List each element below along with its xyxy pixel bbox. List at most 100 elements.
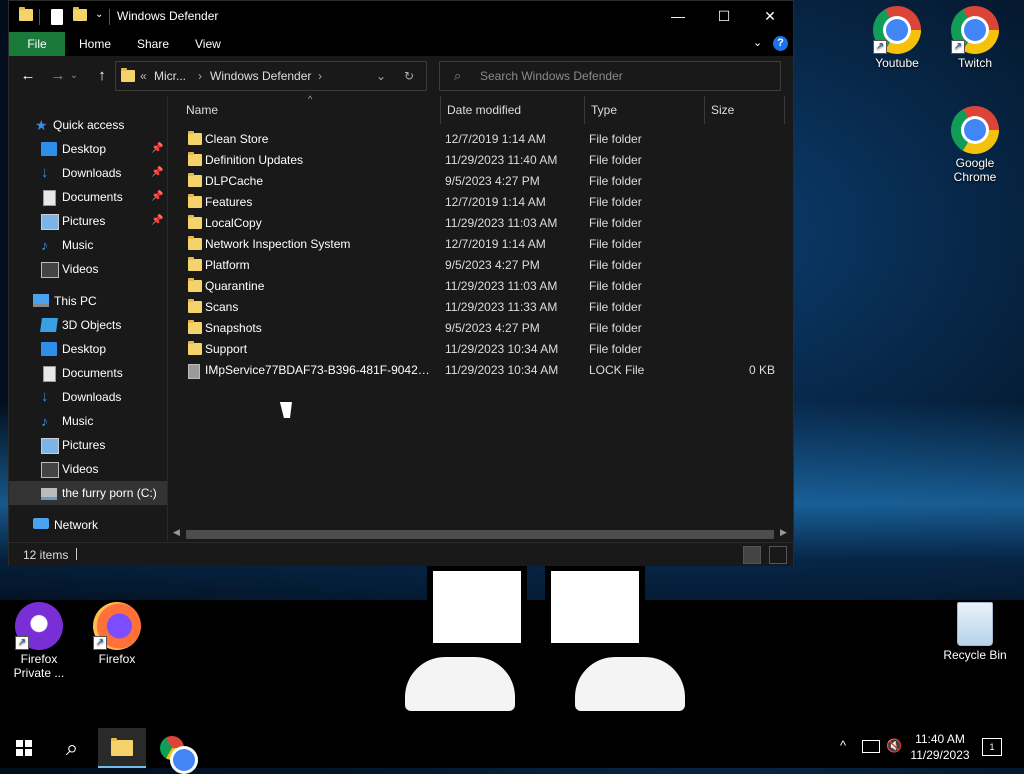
table-row[interactable]: Network Inspection System 12/7/2019 1:14…: [178, 234, 778, 255]
breadcrumb-separator: ›: [318, 69, 322, 83]
sidebar-item-pictures[interactable]: Pictures 📌: [9, 209, 167, 233]
table-row[interactable]: Features 12/7/2019 1:14 AM File folder: [178, 192, 778, 213]
sidebar-item-music[interactable]: ♪ Music: [9, 233, 167, 257]
path-overflow[interactable]: «: [140, 69, 147, 83]
table-row[interactable]: IMpService77BDAF73-B396-481F-9042-A... 1…: [178, 360, 778, 381]
file-date: 11/29/2023 10:34 AM: [445, 342, 559, 356]
desktop-icon-youtube[interactable]: ↗ Youtube: [860, 6, 934, 70]
column-header-name[interactable]: Name: [186, 96, 218, 124]
sidebar-item-documents[interactable]: Documents 📌: [9, 185, 167, 209]
taskbar-chrome[interactable]: [148, 728, 196, 771]
table-row[interactable]: Scans 11/29/2023 11:33 AM File folder: [178, 297, 778, 318]
expand-ribbon-icon[interactable]: ⌄: [753, 36, 762, 49]
videos-icon: [41, 462, 59, 478]
table-row[interactable]: Definition Updates 11/29/2023 11:40 AM F…: [178, 150, 778, 171]
table-row[interactable]: Quarantine 11/29/2023 11:03 AM File fold…: [178, 276, 778, 297]
column-header-type[interactable]: Type: [591, 96, 617, 124]
address-dropdown-icon[interactable]: ⌄: [376, 69, 386, 83]
tray-overflow-icon[interactable]: ^: [840, 738, 846, 753]
file-name: Support: [205, 342, 248, 356]
search-box[interactable]: ⌕ Search Windows Defender: [439, 61, 781, 91]
scroll-right-icon[interactable]: ▶: [780, 527, 787, 538]
sidebar-item-network[interactable]: Network: [9, 513, 167, 537]
large-icons-view-icon[interactable]: [769, 546, 787, 564]
desktop-icon-google-chrome[interactable]: Google Chrome: [938, 106, 1012, 184]
close-button[interactable]: ✕: [747, 1, 793, 32]
recent-locations-icon[interactable]: ⌄: [67, 66, 81, 86]
sidebar-item-documents[interactable]: Documents: [9, 361, 167, 385]
table-row[interactable]: Platform 9/5/2023 4:27 PM File folder: [178, 255, 778, 276]
column-divider[interactable]: [440, 96, 441, 124]
sidebar-item-quick-access[interactable]: ★ Quick access: [9, 113, 167, 137]
desktop-icon-firefox-private[interactable]: ↗ Firefox Private ...: [2, 602, 76, 680]
sidebar-item-this-pc[interactable]: This PC: [9, 289, 167, 313]
sidebar-item-videos[interactable]: Videos: [9, 457, 167, 481]
back-button[interactable]: ←: [17, 66, 39, 86]
maximize-button[interactable]: ☐: [701, 1, 747, 32]
table-row[interactable]: Support 11/29/2023 10:34 AM File folder: [178, 339, 778, 360]
desktop-icon-twitch[interactable]: ↗ Twitch: [938, 6, 1012, 70]
file-name: Features: [205, 195, 253, 209]
sidebar-item-local-disk[interactable]: the furry porn (C:): [9, 481, 167, 505]
properties-icon[interactable]: [51, 9, 63, 25]
scroll-left-icon[interactable]: ◀: [173, 527, 180, 538]
table-row[interactable]: Snapshots 9/5/2023 4:27 PM File folder: [178, 318, 778, 339]
taskbar-file-explorer[interactable]: [98, 728, 146, 768]
desktop-icon-firefox[interactable]: ↗ Firefox: [80, 602, 154, 666]
tab-view[interactable]: View: [195, 32, 221, 56]
notification-center-icon[interactable]: 1: [982, 738, 1002, 756]
scrollbar-thumb[interactable]: [186, 530, 774, 539]
sidebar-item-desktop[interactable]: Desktop: [9, 337, 167, 361]
sidebar-item-pictures[interactable]: Pictures: [9, 433, 167, 457]
tab-home[interactable]: Home: [79, 32, 111, 56]
search-input[interactable]: Search Windows Defender: [480, 69, 623, 83]
forward-button[interactable]: →: [47, 66, 69, 86]
3d-objects-icon: [40, 318, 58, 332]
system-clock[interactable]: 11:40 AM 11/29/2023: [906, 731, 974, 763]
refresh-icon[interactable]: ↻: [404, 69, 414, 83]
tab-file[interactable]: File: [9, 32, 65, 56]
sidebar-item-music[interactable]: ♪ Music: [9, 409, 167, 433]
sidebar-item-desktop[interactable]: Desktop 📌: [9, 137, 167, 161]
folder-icon: [188, 341, 202, 355]
up-button[interactable]: ↑: [91, 66, 113, 86]
column-divider[interactable]: [784, 96, 785, 124]
title-bar[interactable]: ⌄ Windows Defender — ☐ ✕: [9, 1, 793, 32]
sidebar-item-label: Network: [54, 518, 99, 532]
table-row[interactable]: LocalCopy 11/29/2023 11:03 AM File folde…: [178, 213, 778, 234]
network-status-icon[interactable]: [862, 740, 880, 753]
customize-quick-access-icon[interactable]: ⌄: [95, 9, 103, 25]
chrome-icon: ↗: [873, 6, 921, 54]
column-divider[interactable]: [704, 96, 705, 124]
tab-share[interactable]: Share: [137, 32, 169, 56]
address-bar[interactable]: « Micr... › Windows Defender › ⌄ ↻: [115, 61, 427, 91]
download-icon: ↓: [41, 164, 49, 181]
breadcrumb-segment[interactable]: Windows Defender: [210, 69, 311, 83]
column-divider[interactable]: [584, 96, 585, 124]
new-folder-icon[interactable]: [73, 7, 87, 25]
search-button[interactable]: ⌕: [48, 728, 96, 768]
start-button[interactable]: [0, 728, 48, 768]
sidebar-item-videos[interactable]: Videos: [9, 257, 167, 281]
sidebar-item-downloads[interactable]: ↓ Downloads 📌: [9, 161, 167, 185]
minimize-button[interactable]: —: [655, 1, 701, 32]
volume-muted-icon[interactable]: 🔇: [886, 738, 902, 754]
details-view-icon[interactable]: [743, 546, 761, 564]
table-row[interactable]: Clean Store 12/7/2019 1:14 AM File folde…: [178, 129, 778, 150]
desktop-icon-label: Recycle Bin: [943, 648, 1007, 662]
desktop-icon-recycle-bin[interactable]: Recycle Bin: [938, 602, 1012, 662]
sidebar-item-downloads[interactable]: ↓ Downloads: [9, 385, 167, 409]
file-name: Clean Store: [205, 132, 269, 146]
help-icon[interactable]: ?: [773, 36, 788, 51]
table-row[interactable]: DLPCache 9/5/2023 4:27 PM File folder: [178, 171, 778, 192]
chrome-icon: ↗: [951, 6, 999, 54]
column-header-size[interactable]: Size: [711, 96, 734, 124]
sidebar-item-3d-objects[interactable]: 3D Objects: [9, 313, 167, 337]
horizontal-scrollbar[interactable]: ◀ ▶: [168, 526, 793, 542]
breadcrumb-segment[interactable]: Micr...: [154, 69, 186, 83]
chrome-icon: [160, 736, 195, 771]
pictures-icon: [41, 214, 59, 230]
column-header-date[interactable]: Date modified: [447, 96, 521, 124]
navigation-bar: ← → ⌄ ↑ « Micr... › Windows Defender › ⌄…: [9, 56, 793, 96]
sidebar-item-label: Videos: [62, 462, 99, 476]
